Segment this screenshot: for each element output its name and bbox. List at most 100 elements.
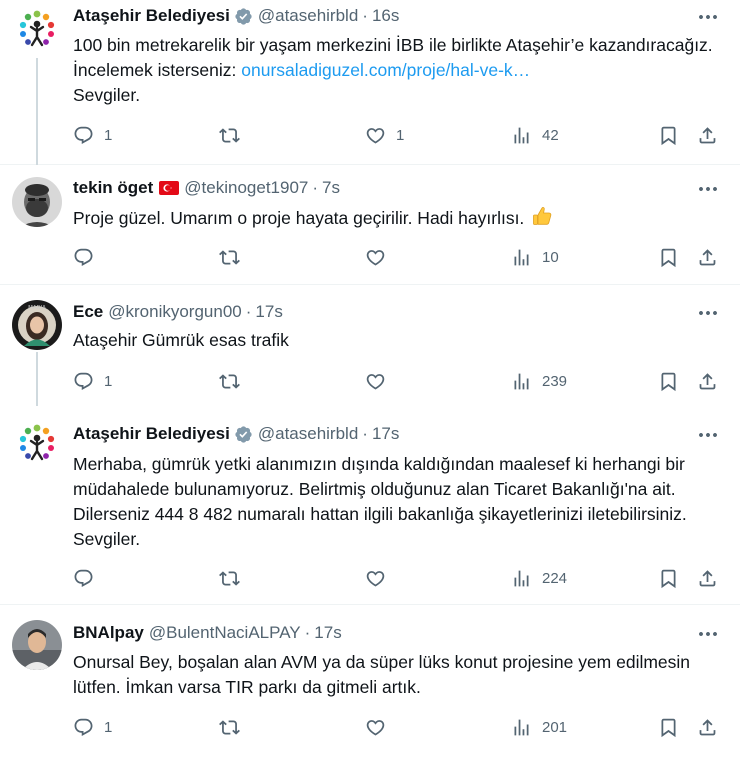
action-bar: 224 xyxy=(73,566,723,590)
tweet-text-body: Onursal Bey, boşalan alan AVM ya da süpe… xyxy=(73,652,691,697)
reply-icon xyxy=(73,247,94,268)
views-icon xyxy=(511,568,532,589)
bookmark-button[interactable] xyxy=(658,245,679,269)
display-name[interactable]: Ataşehir Belediyesi xyxy=(73,6,230,26)
like-button[interactable] xyxy=(365,715,386,739)
heart-icon xyxy=(365,568,386,589)
reply-icon xyxy=(73,568,94,589)
tweet[interactable]: tekin öget @tekinoget1907 · 7s Proje güz… xyxy=(0,165,740,285)
like-button[interactable] xyxy=(365,566,386,590)
share-button[interactable] xyxy=(697,566,718,590)
bookmark-button[interactable] xyxy=(658,123,679,147)
tweet[interactable]: Ataşehir Belediyesi @atasehirbld · 17s M… xyxy=(0,406,740,605)
like-count: 1 xyxy=(396,126,405,144)
user-handle[interactable]: @atasehirbld xyxy=(258,6,358,26)
woman-avatar[interactable]: MARIA xyxy=(12,300,62,350)
view-count: 224 xyxy=(542,569,568,587)
views-button[interactable]: 42 xyxy=(511,123,559,147)
more-options-icon[interactable] xyxy=(696,301,720,325)
retweet-icon xyxy=(219,125,240,146)
tweet-text: Proje güzel. Umarım o proje hayata geçir… xyxy=(73,205,723,231)
bookmark-button[interactable] xyxy=(658,566,679,590)
tweet-link[interactable]: onursaladiguzel.com/proje/hal-ve-k… xyxy=(241,60,530,80)
views-button[interactable]: 239 xyxy=(511,369,567,393)
atasehir-logo-avatar[interactable] xyxy=(12,5,62,55)
tweet-text: 100 bin metrekarelik bir yaşam merkezini… xyxy=(73,33,723,108)
retweet-button[interactable] xyxy=(219,245,240,269)
separator-dot: · xyxy=(362,424,368,443)
timestamp[interactable]: 17s xyxy=(314,623,341,643)
retweet-button[interactable] xyxy=(219,369,240,393)
share-icon xyxy=(697,371,718,392)
more-options-icon[interactable] xyxy=(696,5,720,29)
timestamp[interactable]: 17s xyxy=(372,424,399,444)
reply-button[interactable]: 1 xyxy=(73,715,112,739)
like-button[interactable]: 1 xyxy=(365,123,404,147)
retweet-button[interactable] xyxy=(219,715,240,739)
views-button[interactable]: 224 xyxy=(511,566,567,590)
share-icon xyxy=(697,125,718,146)
views-button[interactable]: 10 xyxy=(511,245,559,269)
bearded-man-avatar[interactable] xyxy=(12,177,62,227)
more-options-icon[interactable] xyxy=(696,177,720,201)
more-options-icon[interactable] xyxy=(696,423,720,447)
atasehir-logo-avatar[interactable] xyxy=(12,419,62,469)
views-button[interactable]: 201 xyxy=(511,715,567,739)
man-avatar[interactable] xyxy=(12,620,62,670)
retweet-button[interactable] xyxy=(219,566,240,590)
user-handle[interactable]: @BulentNaciALPAY xyxy=(149,623,301,643)
tweet[interactable]: BNAlpay @BulentNaciALPAY · 17s Onursal B… xyxy=(0,606,740,762)
retweet-button[interactable] xyxy=(219,123,240,147)
reply-button[interactable] xyxy=(73,566,94,590)
reply-button[interactable] xyxy=(73,245,94,269)
heart-icon xyxy=(365,371,386,392)
share-button[interactable] xyxy=(697,245,718,269)
display-name[interactable]: tekin öget xyxy=(73,178,153,198)
share-button[interactable] xyxy=(697,123,718,147)
display-name[interactable]: BNAlpay xyxy=(73,623,144,643)
retweet-icon xyxy=(219,717,240,738)
heart-icon xyxy=(365,125,386,146)
user-handle[interactable]: @tekinoget1907 xyxy=(184,178,308,198)
thread-line xyxy=(36,352,38,406)
tweet-text: Ataşehir Gümrük esas trafik xyxy=(73,328,723,353)
svg-text:MARIA: MARIA xyxy=(28,305,46,311)
reply-button[interactable]: 1 xyxy=(73,369,112,393)
user-handle[interactable]: @kronikyorgun00 xyxy=(108,302,242,322)
timestamp[interactable]: 16s xyxy=(372,6,399,26)
timestamp[interactable]: 17s xyxy=(255,302,282,322)
tweet-text-body: Proje güzel. Umarım o proje hayata geçir… xyxy=(73,208,525,228)
tweet-text: Merhaba, gümrük yetki alanımızın dışında… xyxy=(73,452,723,552)
separator-dot: · xyxy=(362,6,368,25)
separator-dot: · xyxy=(304,623,311,642)
bookmark-button[interactable] xyxy=(658,715,679,739)
user-handle[interactable]: @atasehirbld xyxy=(258,424,358,444)
more-options-icon[interactable] xyxy=(696,622,720,646)
share-button[interactable] xyxy=(697,369,718,393)
like-button[interactable] xyxy=(365,369,386,393)
tweet-header: BNAlpay @BulentNaciALPAY · 17s xyxy=(73,622,342,644)
tweet-text-closing: Sevgiler. xyxy=(73,85,141,105)
views-icon xyxy=(511,125,532,146)
tweet-header: Ataşehir Belediyesi @atasehirbld · 16s xyxy=(73,5,399,27)
like-button[interactable] xyxy=(365,245,386,269)
timestamp[interactable]: 7s xyxy=(322,178,340,198)
share-button[interactable] xyxy=(697,715,718,739)
display-name[interactable]: Ece xyxy=(73,302,103,322)
view-count: 201 xyxy=(542,718,568,736)
reply-icon xyxy=(73,125,94,146)
share-icon xyxy=(697,247,718,268)
tweet-text-body: Merhaba, gümrük yetki alanımızın dışında… xyxy=(73,454,687,549)
action-bar: 1 1 42 xyxy=(73,123,723,147)
display-name[interactable]: Ataşehir Belediyesi xyxy=(73,424,230,444)
tweet[interactable]: MARIA Ece @kronikyorgun00 · 17s Ataşehir… xyxy=(0,286,740,406)
action-bar: 1 239 xyxy=(73,369,723,393)
views-icon xyxy=(511,247,532,268)
reply-button[interactable]: 1 xyxy=(73,123,112,147)
bookmark-icon xyxy=(658,247,679,268)
tweet-text-body: Ataşehir Gümrük esas trafik xyxy=(73,330,289,350)
retweet-icon xyxy=(219,568,240,589)
tweet[interactable]: Ataşehir Belediyesi @atasehirbld · 16s 1… xyxy=(0,0,740,165)
bookmark-button[interactable] xyxy=(658,369,679,393)
views-icon xyxy=(511,717,532,738)
